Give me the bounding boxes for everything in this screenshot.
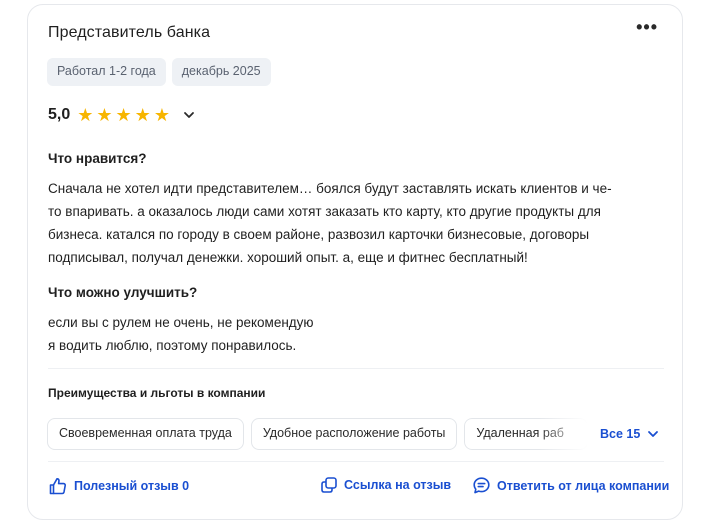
copy-link-label: Ссылка на отзыв [344,478,452,492]
review-card: Представитель банка ••• Работал 1-2 года… [27,4,683,520]
divider [48,368,664,369]
tag-date: декабрь 2025 [171,58,271,86]
tag-duration: Работал 1-2 года [47,58,166,86]
helpful-label: Полезный отзыв 0 [74,479,190,493]
review-title: Представитель банка [48,24,211,41]
chevron-down-icon[interactable] [182,108,196,122]
thumbs-up-icon [49,478,67,495]
chevron-down-icon [648,431,659,437]
review-footer: Полезный отзыв 0 Ссылка на отзыв Ответит… [48,476,669,498]
improve-heading: Что можно улучшить? [48,285,198,300]
benefits-chips: Своевременная оплата труда Удобное распо… [47,418,589,450]
benefit-chip[interactable]: Удобное расположение работы [250,418,458,450]
review-tags: Работал 1-2 года декабрь 2025 [47,58,271,86]
show-all-label: Все 15 [600,427,641,441]
star-icon: ★ [115,105,132,125]
likes-heading: Что нравится? [48,151,147,166]
improve-line: если вы с рулем не очень, не рекомендую [48,315,314,330]
likes-line: то впаривать. а оказалось люди сами хотя… [48,204,601,219]
benefits-heading: Преимущества и льготы в компании [48,386,266,400]
helpful-button[interactable]: Полезный отзыв 0 [48,476,189,496]
reply-as-company-button[interactable]: Ответить от лица компании [472,476,669,495]
star-icon: ★ [134,105,151,125]
likes-text: Сначала не хотел идти представителем… бо… [48,177,668,269]
star-icon: ★ [153,105,170,125]
improve-line: я водить люблю, поэтому понравилось. [48,338,297,353]
more-options-button[interactable]: ••• [636,17,658,38]
divider [48,461,664,462]
copy-link-icon [321,477,337,493]
show-all-benefits-button[interactable]: Все 15 [600,427,660,441]
likes-line: подписывал, получал денежки. хороший опы… [48,250,528,265]
rating-row: 5,0 ★ ★ ★ ★ ★ [48,106,196,124]
reply-label: Ответить от лица компании [497,478,670,493]
benefit-chip[interactable]: Своевременная оплата труда [47,418,244,450]
chat-bubble-icon [473,477,490,494]
improve-text: если вы с рулем не очень, не рекомендую … [48,311,668,357]
star-icon: ★ [96,105,113,125]
star-icon: ★ [77,105,94,125]
likes-line: бизнеса. катался по городу в своем район… [48,227,590,242]
likes-line: Сначала не хотел идти представителем… бо… [48,181,612,196]
copy-link-button[interactable]: Ссылка на отзыв [320,476,451,494]
benefit-chip[interactable]: Удаленная раб [464,418,589,450]
rating-value: 5,0 [48,106,71,123]
